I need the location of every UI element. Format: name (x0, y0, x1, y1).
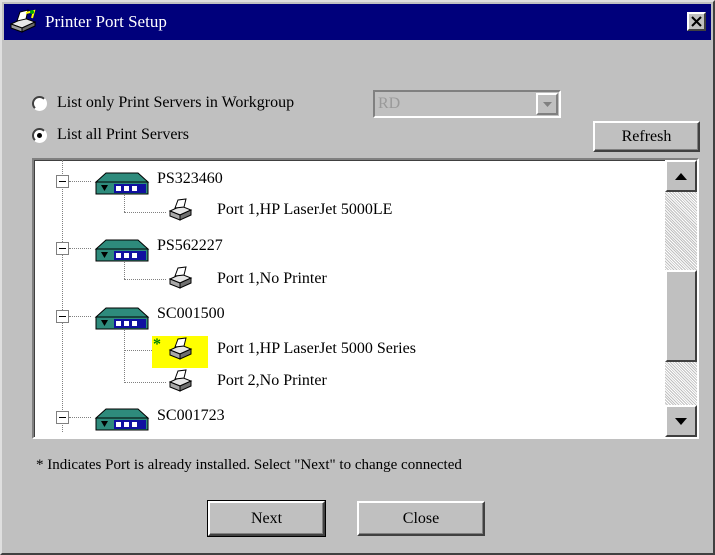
installed-marker: * (153, 336, 161, 353)
window-title: Printer Port Setup (45, 12, 167, 31)
tree-connector (69, 316, 91, 317)
server-label: PS323460 (157, 170, 223, 187)
workgroup-select[interactable]: RD (373, 90, 561, 118)
collapse-toggle[interactable] (56, 242, 69, 255)
radio-list-all-circle[interactable] (32, 127, 47, 143)
scroll-down-button[interactable] (665, 405, 697, 437)
workgroup-select-value: RD (378, 95, 401, 112)
collapse-toggle[interactable] (56, 175, 69, 188)
printer-icon (167, 337, 193, 366)
radio-workgroup-only-label: List only Print Servers in Workgroup (57, 94, 295, 111)
port-label: Port 1,No Printer (217, 270, 327, 287)
printer-port-setup-dialog: Printer Port Setup List only Print Serve… (0, 0, 715, 555)
close-icon (691, 16, 702, 27)
collapse-toggle[interactable] (56, 411, 69, 424)
print-server-icon (92, 404, 150, 437)
tree-scrollbar[interactable] (665, 160, 697, 437)
refresh-button[interactable]: Refresh (593, 121, 700, 152)
port-label: Port 1,HP LaserJet 5000 Series (217, 340, 416, 357)
scroll-thumb[interactable] (665, 270, 697, 362)
workgroup-dropdown-button[interactable] (536, 93, 558, 115)
tree-connector (124, 350, 152, 351)
close-button[interactable]: Close (357, 501, 485, 536)
tree-connector (124, 212, 166, 213)
radio-workgroup-only-circle[interactable] (32, 95, 47, 111)
title-bar: Printer Port Setup (4, 4, 711, 40)
server-label: SC001500 (157, 305, 225, 322)
server-label: PS562227 (157, 237, 223, 254)
collapse-toggle[interactable] (56, 310, 69, 323)
print-server-tree[interactable]: PS323460 Port 1,HP LaserJet 5000LE PS562… (32, 158, 699, 439)
window-close-button[interactable] (687, 12, 706, 31)
tree-connector (124, 279, 166, 280)
print-server-icon (92, 235, 150, 268)
print-server-icon (92, 303, 150, 336)
tree-connector (62, 160, 63, 432)
arrow-down-icon (675, 417, 687, 425)
tree-connector (69, 248, 91, 249)
next-button[interactable]: Next (207, 500, 326, 537)
tree-connector (69, 417, 91, 418)
server-label: SC001723 (157, 407, 225, 424)
chevron-down-icon (542, 101, 552, 107)
installed-note: * Indicates Port is already installed. S… (36, 457, 462, 473)
port-label: Port 1,HP LaserJet 5000LE (217, 201, 393, 218)
scroll-up-button[interactable] (665, 160, 697, 192)
printer-icon (167, 369, 193, 398)
tree-connector (124, 382, 166, 383)
arrow-up-icon (675, 172, 687, 180)
radio-list-all[interactable]: List all Print Servers (32, 126, 189, 144)
tree-content: PS323460 Port 1,HP LaserJet 5000LE PS562… (34, 160, 664, 437)
radio-list-all-label: List all Print Servers (57, 126, 189, 143)
tree-connector (69, 181, 91, 182)
printer-icon (167, 266, 193, 295)
printer-setup-icon (8, 7, 42, 37)
port-label: Port 2,No Printer (217, 372, 327, 389)
radio-workgroup-only[interactable]: List only Print Servers in Workgroup (32, 94, 294, 112)
printer-icon (167, 198, 193, 227)
print-server-icon (92, 168, 150, 201)
